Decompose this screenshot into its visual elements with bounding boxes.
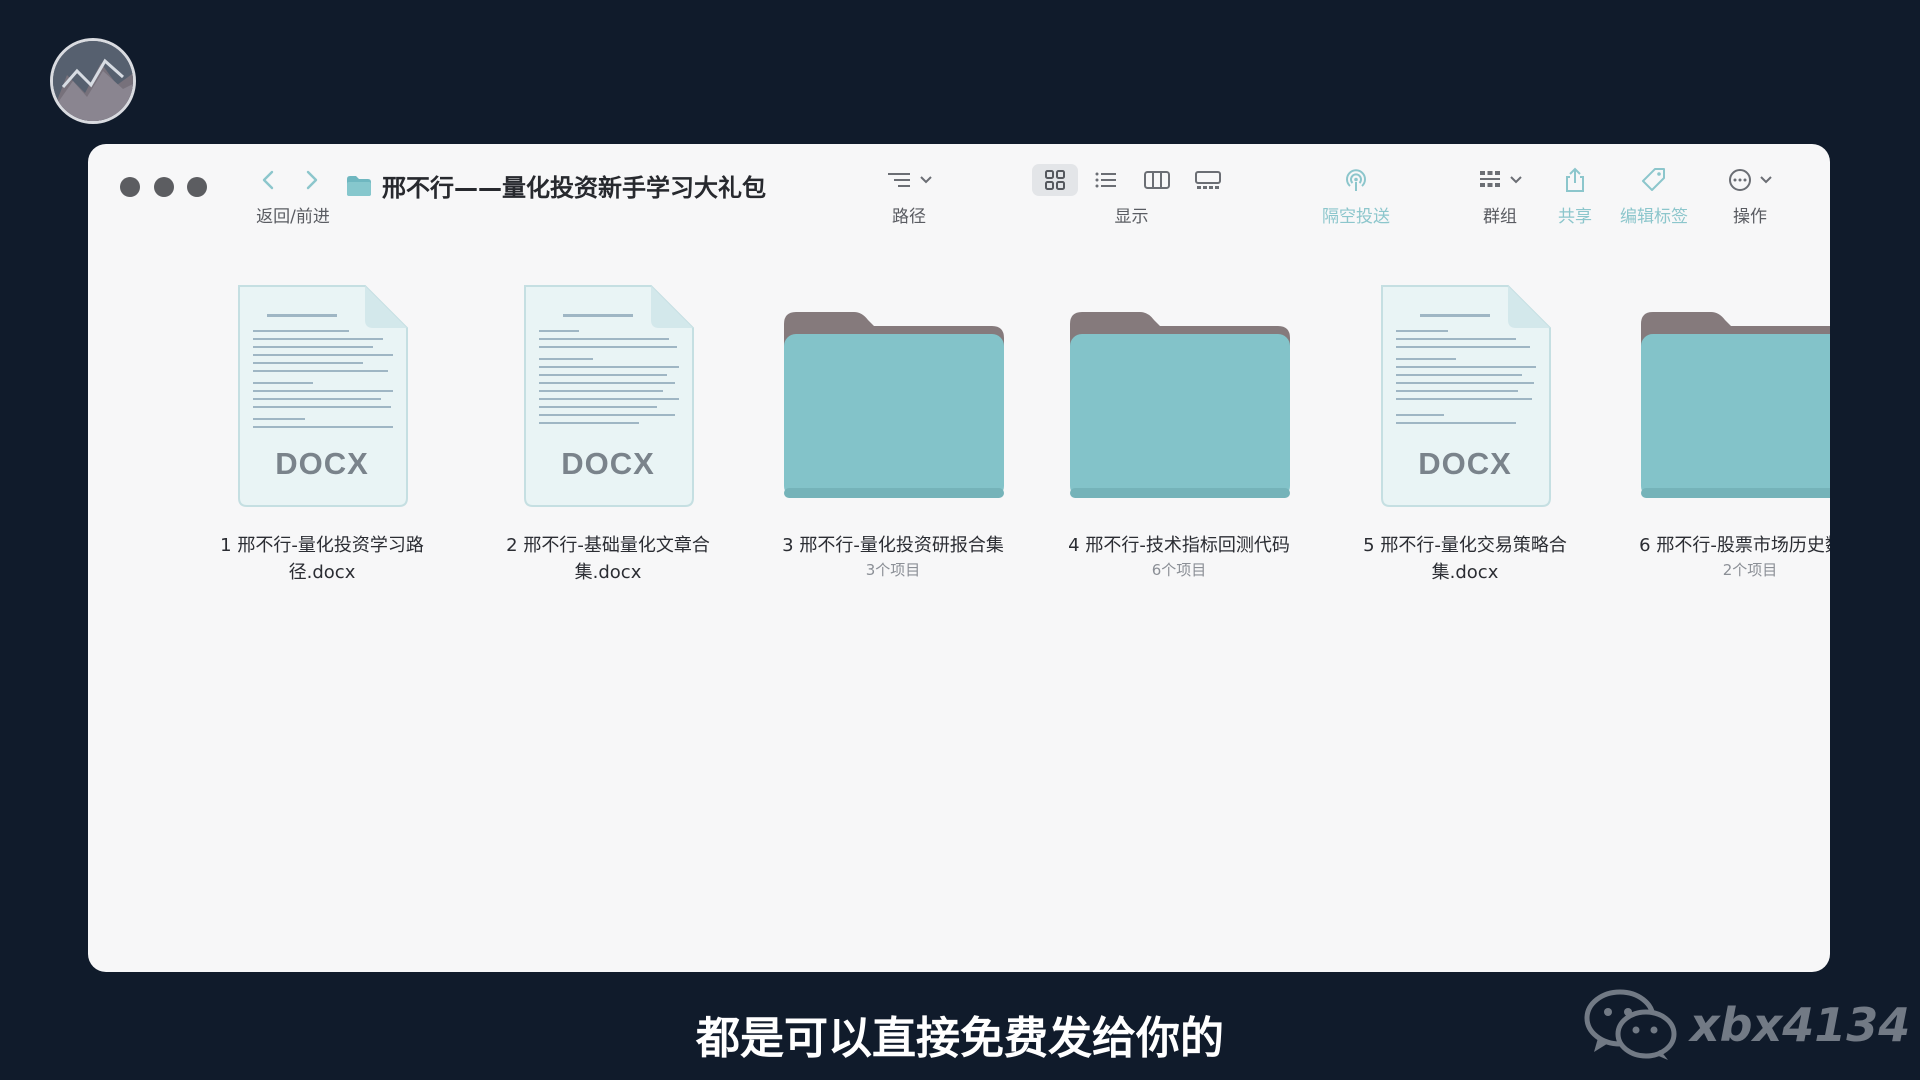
chevron-right-icon — [306, 170, 318, 190]
path-control[interactable]: 路径 — [886, 162, 932, 227]
folder-icon — [1064, 274, 1294, 516]
group-label: 群组 — [1483, 207, 1517, 227]
edit-tags-label: 编辑标签 — [1620, 207, 1688, 227]
file-type-badge: DOCX — [275, 446, 369, 481]
folder-icon — [778, 274, 1008, 516]
list-view-button[interactable] — [1083, 164, 1129, 196]
back-button[interactable] — [254, 166, 282, 194]
nav-label: 返回/前进 — [256, 207, 330, 227]
list-icon — [1095, 172, 1116, 188]
watermark: xbx4134 — [1584, 988, 1910, 1062]
watermark-text: xbx4134 — [1690, 998, 1911, 1052]
file-name: 2 邢不行-基础量化文章合集.docx — [506, 535, 710, 583]
airdrop-button[interactable]: 隔空投送 — [1322, 162, 1390, 227]
airdrop-label: 隔空投送 — [1322, 207, 1390, 227]
folder-item[interactable]: 3 邢不行-量化投资研报合集 3个项目 — [757, 274, 1029, 580]
more-icon — [1729, 169, 1751, 191]
minimize-window-button[interactable] — [154, 177, 174, 197]
chevron-left-icon — [262, 170, 274, 190]
window-title: 邢不行——量化投资新手学习大礼包 — [346, 168, 766, 203]
file-name: 1 邢不行-量化投资学习路径.docx — [220, 535, 424, 583]
airdrop-icon — [1346, 169, 1366, 191]
folder-name: 6 邢不行-股票市场历史数据 — [1639, 535, 1830, 556]
wechat-icon — [1584, 989, 1677, 1060]
display-label: 显示 — [1114, 207, 1149, 227]
file-item[interactable]: DOCX 2 邢不行-基础量化文章合集.docx — [472, 274, 744, 586]
chevron-down-icon — [1760, 176, 1772, 184]
edit-tags-button[interactable]: 编辑标签 — [1620, 162, 1688, 227]
action-button[interactable]: 操作 — [1728, 162, 1772, 227]
zoom-window-button[interactable] — [187, 177, 207, 197]
finder-window: 返回/前进 邢不行——量化投资新手学习大礼包 路径 显示 隔空投送 群组 共享 … — [88, 144, 1830, 972]
folder-item-count: 6个项目 — [1151, 561, 1207, 579]
group-icon — [1480, 171, 1500, 187]
list-path-icon — [888, 173, 910, 187]
folder-item[interactable]: 6 邢不行-股票市场历史数据 2个项目 — [1614, 274, 1830, 580]
avatar — [50, 38, 136, 124]
window-title-text: 邢不行——量化投资新手学习大礼包 — [382, 174, 766, 202]
icon-view-button[interactable] — [1032, 164, 1078, 196]
folder-item-count: 3个项目 — [865, 561, 921, 579]
chevron-down-icon — [1510, 176, 1522, 184]
folder-name: 3 邢不行-量化投资研报合集 — [782, 535, 1004, 556]
folder-item-count: 2个项目 — [1722, 561, 1778, 579]
file-type-badge: DOCX — [561, 446, 655, 481]
close-window-button[interactable] — [120, 177, 140, 197]
nav-arrows — [254, 166, 326, 194]
gallery-view-button[interactable] — [1185, 164, 1231, 196]
path-label: 路径 — [892, 207, 926, 227]
docx-file-icon: DOCX — [207, 274, 437, 516]
file-item[interactable]: DOCX 1 邢不行-量化投资学习路径.docx — [186, 274, 458, 586]
file-type-badge: DOCX — [1418, 446, 1512, 481]
share-label: 共享 — [1558, 207, 1592, 227]
forward-button[interactable] — [298, 166, 326, 194]
folder-name: 4 邢不行-技术指标回测代码 — [1068, 535, 1290, 556]
file-name: 5 邢不行-量化交易策略合集.docx — [1363, 535, 1567, 583]
action-label: 操作 — [1733, 207, 1767, 227]
docx-file-icon: DOCX — [1350, 274, 1580, 516]
folder-item[interactable]: 4 邢不行-技术指标回测代码 6个项目 — [1043, 274, 1315, 580]
docx-file-icon: DOCX — [493, 274, 723, 516]
group-button[interactable]: 群组 — [1478, 162, 1522, 227]
chevron-down-icon — [920, 176, 932, 184]
toolbar: 返回/前进 邢不行——量化投资新手学习大礼包 路径 显示 隔空投送 群组 共享 … — [88, 144, 1830, 238]
folder-icon — [347, 175, 371, 196]
column-view-button[interactable] — [1134, 164, 1180, 196]
view-switcher: 显示 — [1032, 162, 1231, 227]
share-icon — [1566, 167, 1584, 192]
gallery-icon — [1195, 171, 1221, 189]
columns-icon — [1144, 171, 1170, 189]
file-item[interactable]: DOCX 5 邢不行-量化交易策略合集.docx — [1329, 274, 1601, 586]
tag-icon — [1642, 168, 1665, 191]
folder-icon — [1635, 274, 1830, 516]
grid-icon — [1045, 170, 1065, 190]
share-button[interactable]: 共享 — [1558, 162, 1592, 227]
